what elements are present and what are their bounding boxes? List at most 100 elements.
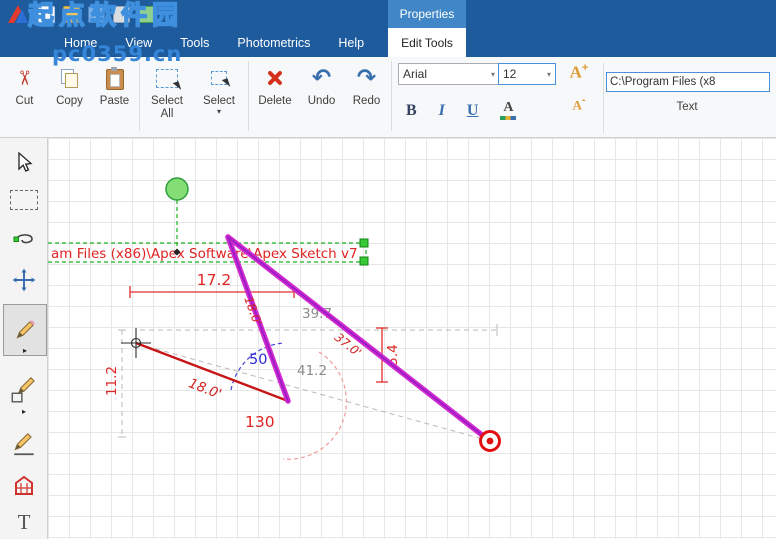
minus-icon: - [582,94,586,106]
selection-text[interactable]: am Files (x86)\Apex Software\Apex Sketch… [51,246,358,262]
app-icon[interactable] [5,3,31,25]
wall-37-label[interactable]: 37.0' [332,330,364,360]
ribbon-separator [391,61,392,131]
redo-button[interactable]: ↷ Redo [344,59,389,133]
tool-area[interactable] [3,468,45,504]
grid-icon[interactable] [138,6,155,23]
bold-button[interactable]: B [406,102,417,120]
pointer-icon [12,150,36,174]
redo-label: Redo [353,95,381,108]
vertex-handle-green[interactable] [166,178,188,200]
tool-pointer[interactable] [3,144,45,180]
text-group: Text [606,57,774,131]
tool-draw-pencil[interactable]: ▸ [3,304,47,356]
tab-edit-tools[interactable]: Edit Tools [388,28,466,57]
font-color-button[interactable]: A [500,101,516,120]
select-all-icon [156,69,178,88]
dim-17-2-label[interactable]: 17.2 [197,271,232,289]
paste-icon [106,69,124,90]
tool-sidebar: ▸ ▸ T [0,138,48,539]
delete-label: Delete [258,95,291,108]
tool-move[interactable] [3,262,45,298]
undo-button[interactable]: ↶ Undo [299,59,344,133]
angle-130-label[interactable]: 130 [245,413,275,431]
quick-access-toolbar: ▾ [38,6,170,23]
paste-button[interactable]: Paste [92,59,137,133]
tab-view[interactable]: View [125,36,152,50]
tab-photometrics[interactable]: Photometrics [237,36,310,50]
font-name-combo[interactable]: Arial ▾ [398,63,500,85]
font-color-letter: A [503,101,513,115]
endpoint-target[interactable] [481,432,500,451]
marquee-icon [10,190,38,210]
selection-handle[interactable] [360,257,368,265]
tool-lasso[interactable] [3,222,45,258]
ribbon-separator [603,63,604,133]
ribbon-tab-row: Home View Tools Photometrics Help Edit T… [0,28,776,57]
move-icon [12,268,36,292]
flyout-caret-icon[interactable]: ▸ [23,347,27,355]
caret-down-icon[interactable]: ▾ [491,70,495,79]
copy-button[interactable]: Copy [47,59,92,133]
crosshair-cursor[interactable] [121,328,151,358]
angle-50-label[interactable]: 50 [249,352,267,368]
select-all-label: Select All [146,95,188,121]
ribbon-separator [139,61,140,131]
font-name-value: Arial [403,67,427,81]
open-icon[interactable] [63,6,80,23]
tool-draw-shape[interactable]: ▸ [3,362,45,416]
delete-button[interactable]: Delete [251,59,299,133]
text-input[interactable] [606,72,770,92]
wall-18-upper-label[interactable]: 18.0' [241,294,264,327]
tab-help[interactable]: Help [338,36,364,50]
ribbon: ✂ Cut Copy Paste Select All Select ▾ [0,57,776,138]
drawing-canvas[interactable]: am Files (x86)\Apex Software\Apex Sketch… [48,138,776,539]
app-window: ▾ Properties Home View Tools Photometric… [0,0,776,539]
paste-label: Paste [100,95,129,108]
font-group: Arial ▾ 12 ▾ A+ A- B I U A [396,62,600,132]
select-caret-icon[interactable]: ▾ [217,108,221,116]
dim-11-2-label[interactable]: 11.2 [104,366,120,396]
font-size-value: 12 [503,67,516,81]
text-tool-glyph: T [18,510,31,535]
tool-marquee-select[interactable] [3,182,45,218]
tab-home[interactable]: Home [64,36,97,50]
tool-draw-line[interactable] [3,424,45,464]
copy-label: Copy [56,95,83,108]
undo-arrow-icon: ↶ [312,67,331,90]
text-selection-box[interactable]: am Files (x86)\Apex Software\Apex Sketch… [48,243,366,262]
font-size-combo[interactable]: 12 ▾ [498,63,556,85]
new-sketch-icon[interactable] [38,6,55,23]
ribbon-separator [248,61,249,131]
caret-down-icon[interactable]: ▾ [547,70,551,79]
datum-line-diagonal [138,344,490,441]
qat-caret-icon[interactable]: ▾ [165,9,170,20]
font-color-bar [500,116,516,120]
save-icon[interactable] [88,6,105,23]
sketch-svg[interactable]: am Files (x86)\Apex Software\Apex Sketch… [48,138,776,539]
select-button[interactable]: Select ▾ [192,59,246,133]
undo-label: Undo [308,95,336,108]
contextual-group-properties: Properties [388,0,466,28]
select-all-button[interactable]: Select All [142,59,192,133]
pencil-line-icon [11,431,37,457]
pencil-icon [12,317,38,343]
area-sketch-icon [12,474,36,498]
select-icon [211,71,227,85]
titlebar: ▾ Properties [0,0,776,28]
lasso-icon [12,228,36,252]
cut-button[interactable]: ✂ Cut [2,59,47,133]
italic-button[interactable]: I [439,102,445,120]
wall-18-lower-label[interactable]: 18.0' [186,375,223,402]
underline-button[interactable]: U [467,102,479,120]
grow-font-button[interactable]: A+ [564,62,594,86]
flyout-caret-icon[interactable]: ▸ [22,408,26,416]
print-icon[interactable] [113,6,130,23]
shrink-font-button[interactable]: A- [564,94,594,118]
tool-text[interactable]: T [3,506,45,538]
selection-handle[interactable] [360,239,368,247]
tab-tools[interactable]: Tools [180,36,209,50]
text-group-label: Text [606,101,768,113]
dim-41-2-label[interactable]: 41.2 [297,363,327,379]
cut-label: Cut [16,95,34,108]
